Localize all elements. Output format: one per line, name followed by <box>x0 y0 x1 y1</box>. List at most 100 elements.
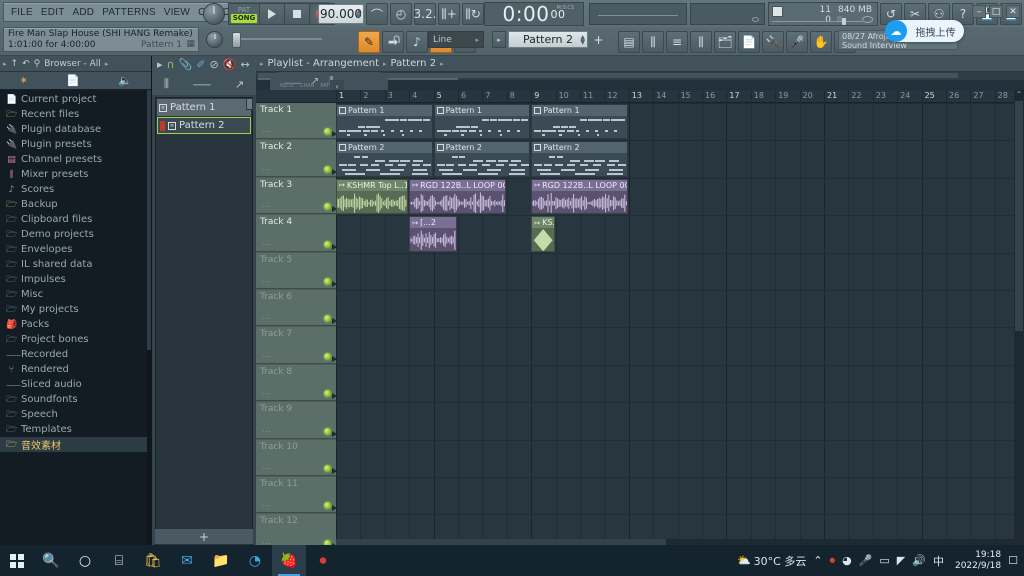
browser-item-4[interactable]: ▤ Channel presets <box>0 152 151 167</box>
browser-item-7[interactable]: 🗁 Backup <box>0 197 151 212</box>
playlist-clip[interactable]: ↦ [...2 <box>409 216 457 252</box>
browser-item-15[interactable]: 🎒 Packs <box>0 317 151 332</box>
task-view-button[interactable]: ⌸ <box>102 545 136 576</box>
playlist-clip[interactable]: Pattern 2 <box>433 141 531 177</box>
browser-item-23[interactable]: 🗁 音效素材 <box>0 437 151 452</box>
paperclip-icon[interactable]: 📎 <box>179 58 193 71</box>
playlist-ruler[interactable]: 1 2 3 4 5 6 7 8 9 10 11 12 13 14 15 16 17 18 19 20 21 22 23 24 2… <box>256 90 1024 103</box>
browser-item-5[interactable]: ⫼ Mixer presets <box>0 167 151 182</box>
project-info-panel[interactable]: Fire Man Slap House (SHI HANG Remake) 1:… <box>3 27 199 52</box>
pattern-selector[interactable]: Pattern 2 ▲ ▼ <box>508 31 588 48</box>
misc-icon[interactable]: ✋ <box>810 31 832 53</box>
action-center-button[interactable]: ☐ <box>1008 554 1018 567</box>
play-button[interactable] <box>259 4 284 24</box>
pattern-row-1[interactable]: ≡ Pattern 1 <box>157 99 251 116</box>
track-header-5[interactable]: Track 5... <box>256 252 337 289</box>
playlist-clip[interactable]: Pattern 1 <box>336 104 433 140</box>
track-led-icon[interactable] <box>324 390 331 398</box>
browser-item-13[interactable]: 🗁 Misc <box>0 287 151 302</box>
menu-item-edit[interactable]: EDIT <box>37 7 69 18</box>
menu-item-view[interactable]: VIEW <box>160 7 194 18</box>
track-header-10[interactable]: Track 10... <box>256 439 337 476</box>
file-explorer-button[interactable]: 📁 <box>204 545 238 576</box>
playlist-vscroll-thumb[interactable] <box>1015 101 1023 331</box>
recorder-button[interactable]: ⏺ <box>306 545 340 576</box>
browser-item-10[interactable]: 🗁 Envelopes <box>0 242 151 257</box>
browser-item-0[interactable]: 📄 Current project <box>0 92 151 107</box>
browser-search-icon[interactable]: ⚲ <box>34 59 41 69</box>
track-led-icon[interactable] <box>324 128 331 136</box>
track-header-3[interactable]: Track 3... <box>256 177 337 215</box>
playlist-clip[interactable]: ↦ RGD 122B..L LOOP 001 <box>409 178 506 215</box>
browser-item-20[interactable]: 🗁 Soundfonts <box>0 392 151 407</box>
track-header-1[interactable]: Track 1... <box>256 103 337 140</box>
menu-item-add[interactable]: ADD <box>69 7 99 18</box>
maximize-button[interactable]: □ <box>989 5 1003 18</box>
tab-automation[interactable]: ↗ <box>235 78 244 91</box>
browser-item-21[interactable]: 🗁 Speech <box>0 407 151 422</box>
app-tray-icon[interactable]: ◕ <box>842 554 852 567</box>
master-volume-knob[interactable] <box>206 31 223 48</box>
stop-button[interactable] <box>284 4 309 24</box>
mixer-icon[interactable]: ⫼ <box>690 31 712 53</box>
magnet-icon[interactable]: ∩ <box>167 58 175 71</box>
track-header-9[interactable]: Track 9... <box>256 402 337 439</box>
browser-sort-icon[interactable]: ✶ <box>19 74 28 87</box>
pattern-row-2[interactable]: ≡ Pattern 2 <box>157 117 251 134</box>
blend-notes-icon[interactable]: ⫼↻ <box>462 3 484 25</box>
microphone-tray-icon[interactable]: 🎤 <box>859 554 873 567</box>
plugin-picker-icon[interactable]: 🔌 <box>762 31 784 53</box>
channel-rack-icon[interactable]: ▤ <box>618 31 640 53</box>
track-led-icon[interactable] <box>324 502 331 510</box>
chevron-right-icon-2[interactable]: ▸ <box>105 60 109 68</box>
browser-preview-icon[interactable]: 🔈 <box>118 74 132 87</box>
playlist-icon[interactable]: ≡ <box>666 31 688 53</box>
ime-tray-icon[interactable]: 中 <box>933 553 944 569</box>
search-button[interactable]: 🔍 <box>34 545 68 576</box>
upload-chip[interactable]: ☁ 拖拽上传 <box>885 20 964 42</box>
browser-scrollbar[interactable] <box>147 90 151 545</box>
browser-scrollbar-thumb[interactable] <box>147 90 151 350</box>
headphone-icon[interactable]: ∩ <box>392 32 402 47</box>
brush-icon[interactable]: ✐ <box>196 58 205 71</box>
cortana-button[interactable]: ○ <box>68 545 102 576</box>
tab-audio[interactable]: ⸺ <box>193 76 211 92</box>
pattern-spinner-icon[interactable]: ▲ ▼ <box>580 34 585 45</box>
track-led-icon[interactable] <box>324 315 331 323</box>
browser-item-9[interactable]: 🗁 Demo projects <box>0 227 151 242</box>
browser-file-icon[interactable]: 📄 <box>66 74 80 87</box>
tab-patterns[interactable]: ⫼ <box>164 77 169 91</box>
scroll-up-icon[interactable]: ⌃ <box>1014 90 1024 101</box>
browser-item-6[interactable]: ♪ Scores <box>0 182 151 197</box>
move-icon[interactable]: ↔ <box>240 58 249 71</box>
browser-up-icon[interactable]: ↑ <box>11 59 19 69</box>
browser-item-11[interactable]: 🗁 IL shared data <box>0 257 151 272</box>
pattern-prev-button[interactable]: ▸ <box>492 31 506 48</box>
start-button[interactable] <box>0 545 34 576</box>
tray-expand-button[interactable]: ⌃ <box>813 554 822 567</box>
track-led-icon[interactable] <box>324 277 331 285</box>
track-led-icon[interactable] <box>324 240 331 248</box>
tempo-spinner-icon[interactable]: ▲ ▼ <box>356 9 361 20</box>
playlist-clip[interactable]: Pattern 2 <box>531 141 628 177</box>
track-header-7[interactable]: Track 7... <box>256 327 337 364</box>
mail-button[interactable]: ✉ <box>170 545 204 576</box>
record-tray-icon[interactable]: ⏺ <box>830 554 836 568</box>
snap-selector[interactable]: Line ▸ <box>428 31 484 48</box>
fl-studio-button[interactable]: 🍓 <box>272 545 306 576</box>
minimize-button[interactable]: – <box>972 5 986 18</box>
chevron-right-icon[interactable]: ▸ <box>3 60 7 68</box>
mute-icon[interactable]: ⊘ <box>210 58 219 71</box>
playlist-clip[interactable]: ↦KSHMR Top L..128BPM 02 <box>336 178 409 215</box>
silence-icon[interactable]: 🔇 <box>223 58 237 71</box>
playlist-menu-icon[interactable]: ▸ <box>260 60 264 68</box>
track-led-icon[interactable] <box>324 464 331 472</box>
meter-slider[interactable] <box>772 18 862 25</box>
new-file-icon[interactable]: 📄 <box>738 31 760 53</box>
track-header-11[interactable]: Track 11... <box>256 477 337 514</box>
wait-for-input-icon[interactable]: ◴ <box>390 3 412 25</box>
browser-item-8[interactable]: 🗁 Clipboard files <box>0 212 151 227</box>
playlist-clip[interactable]: Pattern 1 <box>433 104 531 140</box>
time-display[interactable]: 0:00 00 M:S:CS <box>484 2 584 26</box>
pattern-list-scrollbar[interactable] <box>246 98 253 110</box>
